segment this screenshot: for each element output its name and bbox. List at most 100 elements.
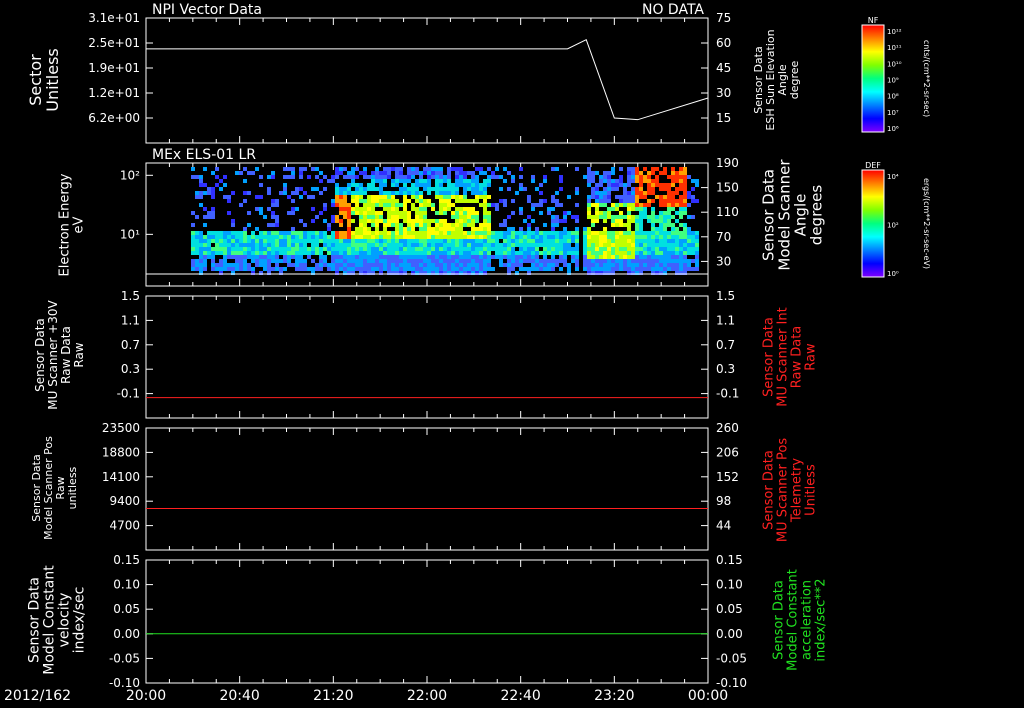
heatmap-cell	[455, 171, 459, 175]
heatmap-cell	[347, 211, 351, 215]
heatmap-cell	[287, 235, 291, 239]
heatmap-cell	[607, 171, 611, 175]
heatmap-cell	[671, 203, 675, 207]
y-tick-label-left: 9400	[109, 494, 140, 508]
heatmap-cell	[467, 171, 471, 175]
heatmap-cell	[587, 171, 591, 175]
heatmap-cell	[527, 235, 531, 239]
heatmap-cell	[627, 235, 631, 239]
heatmap-cell	[387, 203, 391, 207]
heatmap-cell	[535, 243, 539, 247]
heatmap-cell	[191, 223, 195, 227]
heatmap-cell	[675, 175, 679, 179]
heatmap-cell	[639, 243, 643, 247]
heatmap-cell	[603, 211, 607, 215]
heatmap-cell	[663, 251, 667, 255]
heatmap-cell	[495, 203, 499, 207]
heatmap-cell	[331, 267, 335, 271]
heatmap-cell	[303, 263, 307, 267]
heatmap-cell	[551, 199, 555, 203]
heatmap-cell	[323, 239, 327, 243]
heatmap-cell	[343, 251, 347, 255]
heatmap-cell	[523, 219, 527, 223]
heatmap-cell	[675, 267, 679, 271]
heatmap-cell	[487, 203, 491, 207]
heatmap-cell	[287, 263, 291, 267]
heatmap-cell	[439, 195, 443, 199]
heatmap-cell	[471, 235, 475, 239]
heatmap-cell	[607, 235, 611, 239]
heatmap-cell	[331, 255, 335, 259]
heatmap-cell	[463, 187, 467, 191]
heatmap-cell	[239, 247, 243, 251]
heatmap-cell	[651, 243, 655, 247]
heatmap-cell	[631, 235, 635, 239]
heatmap-cell	[427, 175, 431, 179]
heatmap-cell	[311, 267, 315, 271]
heatmap-cell	[595, 231, 599, 235]
heatmap-cell	[451, 195, 455, 199]
heatmap-cell	[491, 247, 495, 251]
heatmap-cell	[471, 199, 475, 203]
heatmap-cell	[463, 235, 467, 239]
heatmap-cell	[639, 179, 643, 183]
heatmap-cell	[683, 227, 687, 231]
heatmap-cell	[475, 255, 479, 259]
heatmap-cell	[419, 183, 423, 187]
heatmap-cell	[543, 231, 547, 235]
heatmap-cell	[503, 235, 507, 239]
heatmap-cell	[411, 267, 415, 271]
heatmap-cell	[479, 203, 483, 207]
heatmap-cell	[679, 243, 683, 247]
heatmap-cell	[383, 227, 387, 231]
heatmap-cell	[415, 199, 419, 203]
heatmap-cell	[195, 243, 199, 247]
heatmap-cell	[575, 219, 579, 223]
heatmap-cell	[411, 239, 415, 243]
heatmap-cell	[379, 179, 383, 183]
y-tick-label-right: 0.00	[716, 627, 743, 641]
heatmap-cell	[259, 231, 263, 235]
heatmap-cell	[603, 171, 607, 175]
heatmap-cell	[211, 211, 215, 215]
heatmap-cell	[531, 239, 535, 243]
heatmap-cell	[199, 255, 203, 259]
heatmap-cell	[451, 203, 455, 207]
heatmap-cell	[295, 247, 299, 251]
heatmap-cell	[687, 231, 691, 235]
heatmap-cell	[563, 239, 567, 243]
heatmap-cell	[371, 187, 375, 191]
heatmap-cell	[567, 239, 571, 243]
heatmap-cell	[291, 175, 295, 179]
heatmap-cell	[447, 267, 451, 271]
heatmap-cell	[411, 251, 415, 255]
heatmap-cell	[359, 243, 363, 247]
heatmap-cell	[339, 199, 343, 203]
heatmap-cell	[511, 251, 515, 255]
heatmap-cell	[267, 251, 271, 255]
panel5-left-label: velocity	[57, 593, 73, 648]
heatmap-cell	[435, 195, 439, 199]
heatmap-cell	[383, 195, 387, 199]
heatmap-cell	[211, 259, 215, 263]
heatmap-cell	[519, 251, 523, 255]
heatmap-cell	[371, 179, 375, 183]
heatmap-cell	[635, 179, 639, 183]
heatmap-cell	[443, 187, 447, 191]
heatmap-cell	[419, 179, 423, 183]
panel5-right-label: acceleration	[800, 580, 815, 660]
heatmap-cell	[471, 171, 475, 175]
heatmap-cell	[371, 243, 375, 247]
heatmap-cell	[667, 219, 671, 223]
heatmap-cell	[683, 259, 687, 263]
y-tick-label-right: -0.05	[716, 651, 747, 665]
heatmap-cell	[419, 203, 423, 207]
heatmap-cell	[199, 243, 203, 247]
heatmap-cell	[411, 175, 415, 179]
heatmap-cell	[679, 215, 683, 219]
heatmap-cell	[443, 191, 447, 195]
heatmap-cell	[423, 251, 427, 255]
heatmap-cell	[195, 231, 199, 235]
heatmap-cell	[467, 187, 471, 191]
heatmap-cell	[659, 183, 663, 187]
